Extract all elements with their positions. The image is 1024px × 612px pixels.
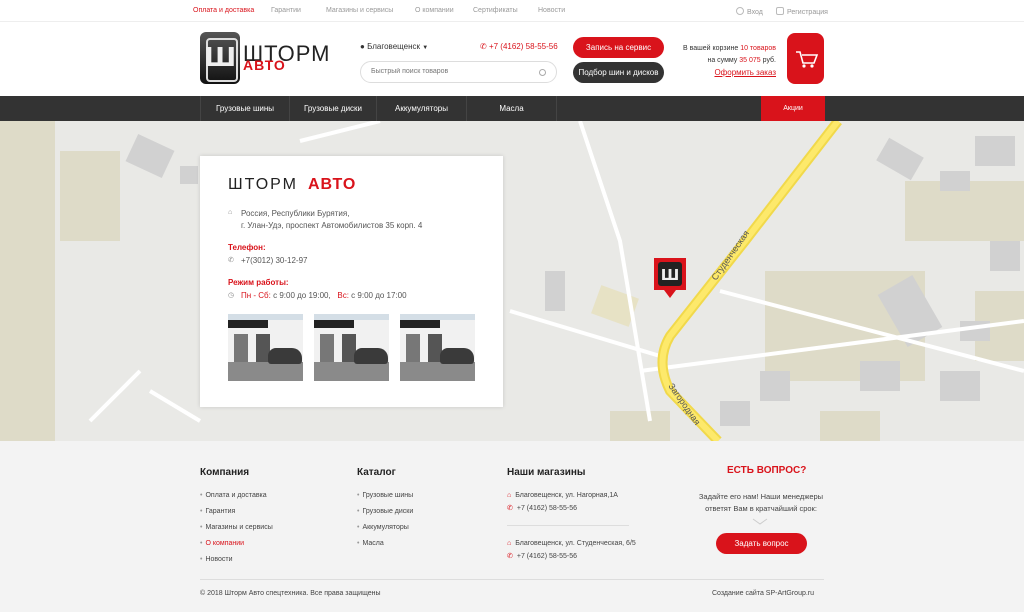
card-logo-line2: АВТО [308, 176, 357, 193]
store1-phone[interactable]: ✆ +7 (4162) 58-55-56 [507, 504, 577, 512]
cart-sum: 35 075 [739, 57, 761, 64]
divider [200, 579, 824, 580]
question-text: Задайте его нам! Наши менеджеры ответят … [698, 492, 824, 513]
store1-address: ⌂ Благовещенск, ул. Нагорная,1А [507, 492, 618, 499]
logo-text-line2[interactable]: АВТО [243, 58, 286, 72]
search-icon[interactable] [539, 69, 546, 76]
tire-selection-button[interactable]: Подбор шин и дисков [573, 62, 664, 83]
nav-item-oils[interactable]: Масла [467, 96, 557, 121]
header-phone[interactable]: ✆ +7 (4162) 58-55-56 [480, 42, 558, 51]
card-hours: Пн - Сб: с 9:00 до 19:00, Вс: с 9:00 до … [241, 291, 407, 300]
phone-icon: ✆ [480, 42, 487, 51]
toplink-guarantee[interactable]: Гарантии [271, 7, 301, 14]
cart-count: 10 товаров [740, 45, 776, 52]
footer-link-about[interactable]: • О компании [200, 540, 244, 547]
nav-item-promo[interactable]: Акции [761, 96, 825, 121]
footer-company-heading: Компания [200, 467, 250, 478]
nav-item-batteries[interactable]: Аккумуляторы [377, 96, 467, 121]
footer-stores-heading: Наши магазины [507, 467, 586, 478]
map-canvas[interactable]: Студенческая Загородная Ш [0, 121, 1024, 441]
service-booking-button[interactable]: Запись на сервис [573, 37, 664, 58]
footer: Компания • Оплата и доставка • Гарантия • М… [0, 441, 1024, 612]
home-icon: ⌂ [507, 492, 512, 499]
cart-icon [796, 51, 819, 68]
store-photo[interactable] [400, 314, 475, 381]
login-link[interactable]: Вход [736, 7, 763, 16]
footer-link-batteries[interactable]: • Аккумуляторы [357, 524, 409, 531]
location-pin-icon: ● [360, 42, 365, 51]
phone-icon: ✆ [507, 553, 513, 560]
footer-link-guarantee[interactable]: • Гарантия [200, 508, 235, 515]
phone-icon: ✆ [507, 505, 513, 512]
lock-icon [776, 7, 784, 15]
cart-summary: В вашей корзине 10 товаров на сумму 35 0… [683, 45, 776, 77]
footer-catalog-heading: Каталог [357, 467, 396, 478]
card-address-line1: Россия, Республики Бурятия, [241, 209, 350, 218]
ask-question-button[interactable]: Задать вопрос [716, 533, 807, 554]
logo-emblem[interactable]: Ш [200, 32, 240, 84]
card-phone-label: Телефон: [228, 243, 266, 252]
register-link[interactable]: Регистрация [776, 7, 828, 16]
toplink-certificates[interactable]: Сертификаты [473, 7, 518, 14]
footer-link-payment[interactable]: • Оплата и доставка [200, 492, 267, 499]
card-hours-label: Режим работы: [228, 278, 289, 287]
chevron-down-icon: ▼ [422, 45, 429, 51]
home-icon: ⌂ [228, 209, 233, 216]
toplink-news[interactable]: Новости [538, 7, 565, 14]
footer-link-news[interactable]: • Новости [200, 556, 233, 563]
question-heading: ЕСТЬ ВОПРОС? [727, 465, 807, 476]
store-photo[interactable] [314, 314, 389, 381]
divider [507, 525, 629, 526]
store-info-card: ШТОРМ АВТО ⌂ Россия, Республики Бурятия,… [200, 156, 503, 407]
home-icon: ⌂ [507, 540, 512, 547]
footer-link-stores[interactable]: • Магазины и сервисы [200, 524, 273, 531]
city-selector[interactable]: ● Благовещенск ▼ [360, 42, 428, 51]
footer-link-truck-tires[interactable]: • Грузовые шины [357, 492, 413, 499]
footer-link-truck-wheels[interactable]: • Грузовые диски [357, 508, 413, 515]
map[interactable]: Студенческая Загородная Ш [0, 121, 1024, 441]
search-input[interactable] [371, 68, 531, 75]
chevron-down-icon [752, 518, 768, 525]
clock-icon: ◷ [228, 292, 235, 299]
card-logo-line1: ШТОРМ [228, 176, 298, 193]
phone-icon: ✆ [228, 257, 234, 264]
search-box[interactable] [360, 61, 557, 83]
store2-address: ⌂ Благовещенск, ул. Студенческая, 6/5 [507, 540, 636, 547]
user-icon [736, 7, 744, 15]
developer-credit-link[interactable]: Создание сайта SP-ArtGroup.ru [712, 590, 814, 597]
main-nav: Грузовые шины Грузовые диски Аккумулятор… [0, 96, 1024, 121]
checkout-link[interactable]: Оформить заказ [714, 68, 776, 77]
copyright: © 2018 Шторм Авто спецтехника. Все права… [200, 590, 381, 597]
store-photo[interactable] [228, 314, 303, 381]
nav-item-truck-wheels[interactable]: Грузовые диски [290, 96, 377, 121]
toplink-payment[interactable]: Оплата и доставка [193, 7, 254, 14]
nav-item-truck-tires[interactable]: Грузовые шины [200, 96, 290, 121]
svg-text:Ш: Ш [661, 266, 680, 284]
top-links-bar: Оплата и доставка Гарантии Магазины и се… [0, 0, 1024, 22]
toplink-stores[interactable]: Магазины и сервисы [326, 7, 393, 14]
toplink-about[interactable]: О компании [415, 7, 454, 14]
footer-link-oils[interactable]: • Масла [357, 540, 384, 547]
card-phone[interactable]: +7(3012) 30-12-97 [241, 256, 308, 265]
cart-button[interactable] [787, 33, 824, 84]
card-address-line2: г. Улан-Удэ, проспект Автомобилистов 35 … [241, 221, 423, 230]
store2-phone[interactable]: ✆ +7 (4162) 58-55-56 [507, 552, 577, 560]
